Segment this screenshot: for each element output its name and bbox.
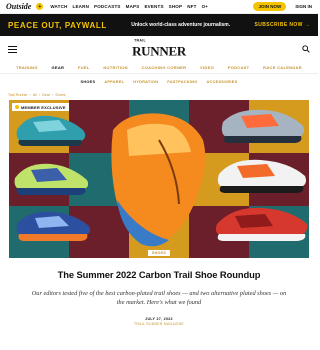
arrow-right-icon: → [304,22,310,28]
category-gear[interactable]: GEAR [51,65,64,70]
article-title: The Summer 2022 Carbon Trail Shoe Roundu… [57,269,261,280]
brand-header: TRAIL RUNNER [0,36,318,62]
outside-nav-podcasts[interactable]: PODCASTS [94,4,121,9]
category-video[interactable]: VIDEO [200,65,214,70]
breadcrumb-separator: › [29,93,31,97]
join-now-button[interactable]: JOIN NOW [253,2,287,11]
outside-nav-maps[interactable]: MAPS [126,4,140,9]
subnav-apparel[interactable]: APPAREL [104,80,124,84]
hero-image[interactable]: MEMBER EXCLUSIVE SHOES [9,100,309,258]
subscribe-now-link[interactable]: SUBSCRIBE NOW → [255,22,310,28]
outside-nav-shop[interactable]: SHOP [169,4,183,9]
breadcrumb-trail-runner[interactable]: Trail Runner [8,93,28,97]
outside-nav-events[interactable]: EVENTS [144,4,163,9]
outside-top-bar: Outside + WATCH LEARN PODCASTS MAPS EVEN… [0,0,318,14]
outside-plus-icon[interactable]: + [36,3,44,10]
outside-nav-oplus[interactable]: O+ [202,4,209,9]
promo-headline: PEACE OUT, PAYWALL [8,20,107,30]
breadcrumb-separator: › [52,93,54,97]
article-date: JULY 27, 2022 [145,317,173,321]
subscribe-now-label: SUBSCRIBE NOW [254,22,303,28]
outside-logo[interactable]: Outside [6,2,31,11]
subnav-fastpacking[interactable]: FASTPACKING [167,80,197,84]
category-fuel[interactable]: FUEL [78,65,90,70]
category-nutrition[interactable]: NUTRITION [103,65,127,70]
hero-category-tag[interactable]: SHOES [147,250,171,256]
search-icon[interactable] [302,45,310,53]
outside-nav-learn[interactable]: LEARN [73,4,90,9]
category-training[interactable]: TRAINING [16,65,38,70]
member-star-icon [15,105,19,109]
subnav-shoes[interactable]: SHOES [81,80,96,84]
member-exclusive-badge: MEMBER EXCLUSIVE [12,103,69,111]
breadcrumb-all[interactable]: All [33,93,37,97]
promo-message: Unlock world-class adventure journalism. [131,22,231,28]
member-exclusive-label: MEMBER EXCLUSIVE [21,104,66,110]
hamburger-menu-icon[interactable] [8,45,17,53]
outside-nav-watch[interactable]: WATCH [50,4,67,9]
article-dek: Our editors tested five of the best carb… [31,290,287,306]
category-race-calendar[interactable]: RACE CALENDAR [263,65,302,70]
subnav-accessories[interactable]: ACCESSORIES [207,80,238,84]
logo-big-text: RUNNER [132,42,186,58]
outside-nav: WATCH LEARN PODCASTS MAPS EVENTS SHOP NF… [50,4,208,9]
category-nav: TRAINING GEAR FUEL NUTRITION COACHING CO… [0,62,318,74]
category-coaching-corner[interactable]: COACHING CORNER [142,65,187,70]
outside-nav-nft[interactable]: NFT [187,4,196,9]
breadcrumb: Trail Runner › All › Gear › Shoes [0,90,318,100]
gear-subnav: SHOES APPAREL HYDRATION FASTPACKING ACCE… [0,74,318,90]
article-author[interactable]: TRAIL RUNNER MAGAZINE [0,322,318,326]
hero-shoe-collage [9,100,309,258]
category-podcast[interactable]: PODCAST [228,65,250,70]
promo-banner[interactable]: PEACE OUT, PAYWALL Unlock world-class ad… [0,14,318,36]
trail-runner-logo[interactable]: TRAIL RUNNER [132,39,186,59]
sign-in-link[interactable]: SIGN IN [295,4,312,9]
subnav-hydration[interactable]: HYDRATION [133,80,158,84]
breadcrumb-shoes[interactable]: Shoes [55,93,65,97]
breadcrumb-gear[interactable]: Gear [42,93,50,97]
breadcrumb-separator: › [38,93,41,97]
